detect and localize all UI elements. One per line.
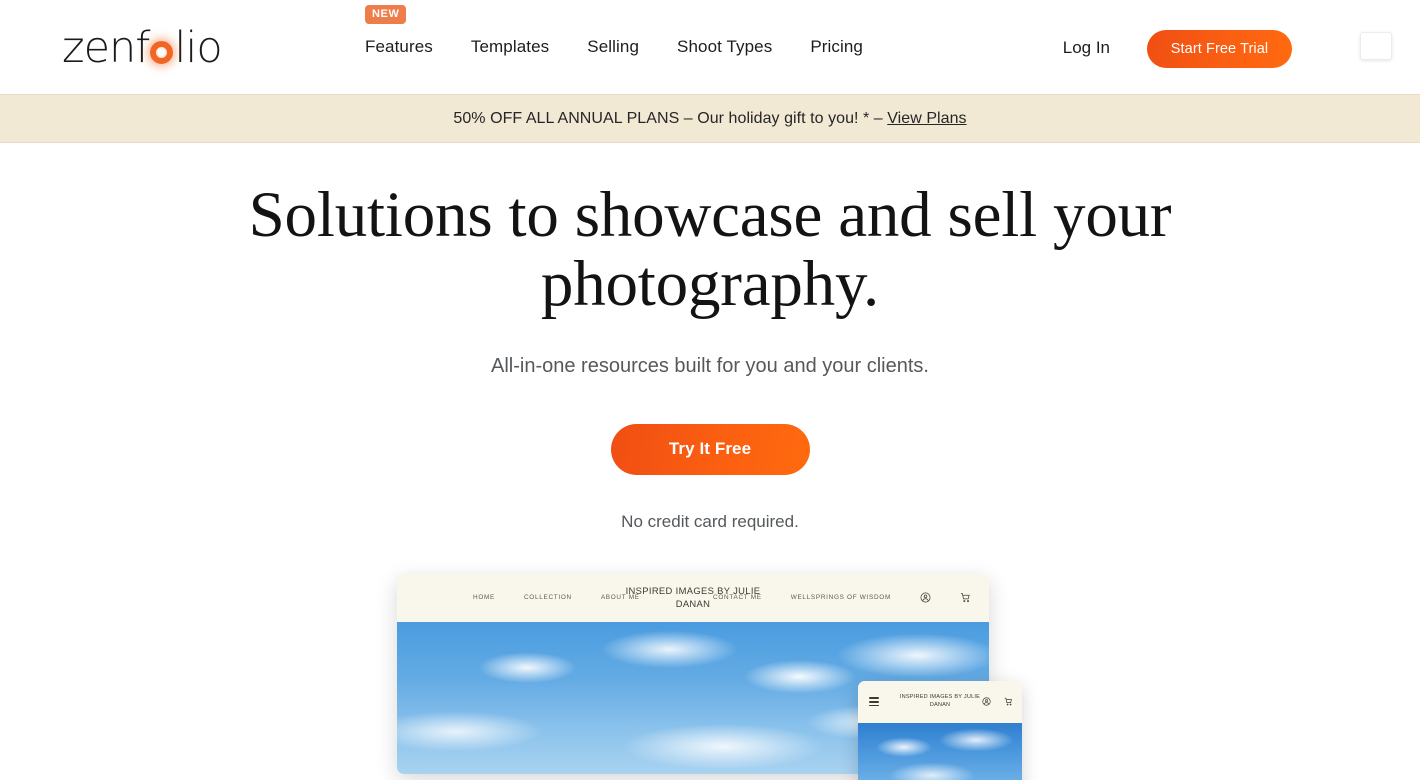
promo-banner: 50% OFF ALL ANNUAL PLANS – Our holiday g… — [0, 94, 1420, 143]
nav-label-shoot-types: Shoot Types — [677, 37, 773, 56]
cart-icon[interactable] — [1004, 697, 1013, 706]
hero-subtitle: All-in-one resources built for you and y… — [491, 354, 929, 377]
mockup-site-header: HOME COLLECTION ABOUT ME INSPIRED IMAGES… — [397, 573, 989, 622]
mobile-site-mockup[interactable]: INSPIRED IMAGES BY JULIE DANAN — [858, 680, 1022, 780]
mockup-nav-home[interactable]: HOME — [473, 594, 495, 601]
nav-item-pricing[interactable]: Pricing — [810, 37, 863, 57]
mobile-mockup-site-title: INSPIRED IMAGES BY JULIE DANAN — [899, 693, 981, 708]
cart-icon[interactable] — [960, 592, 971, 603]
logo-ring-icon — [150, 41, 174, 64]
mobile-mockup-icons — [982, 697, 1013, 706]
account-icon[interactable] — [982, 697, 991, 706]
mockup-nav-contact-me[interactable]: CONTACT ME — [713, 594, 762, 601]
mockup-nav-collection[interactable]: COLLECTION — [524, 594, 572, 601]
language-selector-icon[interactable] — [1360, 32, 1392, 60]
account-icon[interactable] — [920, 592, 931, 603]
mobile-mockup-hero-image — [858, 722, 1022, 780]
start-free-trial-button[interactable]: Start Free Trial — [1147, 30, 1292, 68]
nav-label-selling: Selling — [587, 37, 640, 56]
nav-label-pricing: Pricing — [810, 37, 863, 56]
mobile-mockup-header: INSPIRED IMAGES BY JULIE DANAN — [858, 680, 1022, 723]
nav-item-features[interactable]: NEW Features — [365, 5, 433, 57]
hero-section: Solutions to showcase and sell your phot… — [0, 143, 1420, 532]
try-it-free-button[interactable]: Try It Free — [610, 423, 810, 475]
nav-item-shoot-types[interactable]: Shoot Types — [677, 37, 772, 57]
promo-banner-text: 50% OFF ALL ANNUAL PLANS – Our holiday g… — [453, 110, 966, 128]
mockup-nav-right: CONTACT ME WELLSPRINGS OF WISDOM — [713, 592, 971, 603]
template-preview-area: HOME COLLECTION ABOUT ME INSPIRED IMAGES… — [0, 573, 1420, 780]
page-root: zenf lio NEW Features Templates Selling … — [0, 0, 1420, 780]
logo-wordmark: zenf lio — [62, 23, 223, 73]
zenfolio-logo[interactable]: zenf lio — [62, 23, 223, 73]
nav-label-features: Features — [365, 37, 433, 56]
site-header: zenf lio NEW Features Templates Selling … — [0, 0, 1420, 94]
no-credit-card-note: No credit card required. — [621, 511, 799, 531]
promo-message: 50% OFF ALL ANNUAL PLANS – Our holiday g… — [453, 109, 888, 127]
page-title: Solutions to showcase and sell your phot… — [248, 179, 1172, 320]
nav-item-templates[interactable]: Templates — [471, 37, 549, 57]
main-navigation: NEW Features Templates Selling Shoot Typ… — [365, 0, 863, 94]
logo-text-after: lio — [174, 23, 222, 73]
new-badge: NEW — [365, 5, 407, 24]
logo-text-before: zenf — [62, 23, 150, 73]
nav-item-selling[interactable]: Selling — [587, 37, 639, 57]
hamburger-menu-icon[interactable] — [869, 697, 879, 707]
mockup-nav-wellsprings-of-wisdom[interactable]: WELLSPRINGS OF WISDOM — [791, 594, 891, 601]
nav-label-templates: Templates — [470, 37, 550, 56]
login-link[interactable]: Log In — [1063, 38, 1110, 58]
view-plans-link[interactable]: View Plans — [887, 110, 966, 127]
